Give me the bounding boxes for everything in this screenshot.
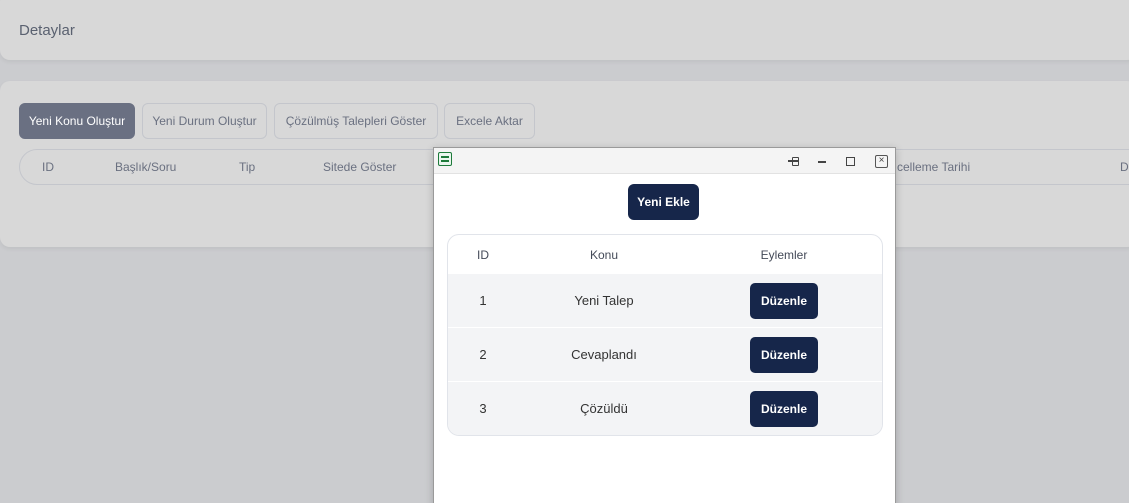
- edit-button[interactable]: Düzenle: [750, 337, 818, 373]
- maximize-icon[interactable]: [843, 154, 857, 168]
- header-actions: Eylemler: [760, 248, 808, 262]
- row-id: 2: [479, 347, 487, 362]
- new-status-button[interactable]: Yeni Durum Oluştur: [142, 103, 267, 139]
- show-resolved-button[interactable]: Çözülmüş Talepleri Göster: [274, 103, 438, 139]
- edit-button[interactable]: Düzenle: [750, 391, 818, 427]
- pin-icon[interactable]: [786, 154, 800, 168]
- row-id: 1: [479, 293, 487, 308]
- column-header-title[interactable]: Başlık/Soru: [115, 160, 176, 174]
- table-row: 3 Çözüldü Düzenle: [448, 381, 882, 435]
- table-row: 2 Cevaplandı Düzenle: [448, 327, 882, 381]
- column-header-id[interactable]: ID: [42, 160, 54, 174]
- table-row: 1 Yeni Talep Düzenle: [448, 273, 882, 327]
- add-new-button[interactable]: Yeni Ekle: [628, 184, 699, 220]
- status-popup-window: Yeni Ekle ID Konu Eylemler 1 Yeni Talep …: [433, 147, 896, 503]
- minimize-icon[interactable]: [815, 154, 829, 168]
- header-id: ID: [477, 248, 489, 262]
- row-topic: Çözüldü: [580, 401, 628, 416]
- row-topic: Cevaplandı: [571, 347, 637, 362]
- column-header-show-on-site[interactable]: Sitede Göster: [323, 160, 396, 174]
- row-id: 3: [479, 401, 487, 416]
- export-excel-button[interactable]: Excele Aktar: [444, 103, 535, 139]
- header-topic: Konu: [589, 248, 619, 262]
- status-table-header: ID Konu Eylemler: [448, 235, 882, 273]
- edit-button[interactable]: Düzenle: [750, 283, 818, 319]
- column-header-update-date[interactable]: celleme Tarihi: [897, 160, 970, 174]
- new-topic-button[interactable]: Yeni Konu Oluştur: [19, 103, 135, 139]
- column-header-type[interactable]: Tip: [239, 160, 255, 174]
- details-card: Detaylar: [0, 0, 1129, 60]
- column-header-partial[interactable]: D: [1120, 160, 1129, 174]
- row-topic: Yeni Talep: [574, 293, 634, 308]
- app-icon: [438, 152, 452, 166]
- details-title: Detaylar: [19, 22, 75, 39]
- status-table: ID Konu Eylemler 1 Yeni Talep Düzenle 2 …: [447, 234, 883, 436]
- close-icon[interactable]: [874, 154, 888, 168]
- popup-titlebar[interactable]: [434, 148, 895, 174]
